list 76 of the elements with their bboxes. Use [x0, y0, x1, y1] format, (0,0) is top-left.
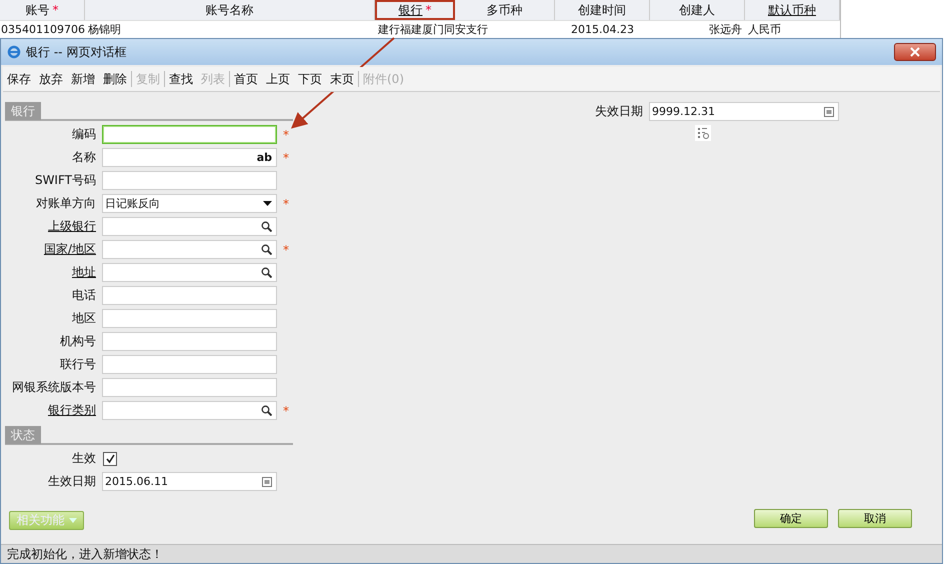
input-field[interactable] [102, 332, 277, 351]
status-bar: 完成初始化，进入新增状态！ [1, 544, 942, 563]
dialog-button[interactable]: 取消 [838, 509, 912, 528]
field-label: 机构号 [59, 333, 96, 350]
required-mark: * [283, 128, 289, 142]
dropdown-field[interactable]: 日记账反向 [102, 194, 277, 213]
search-icon [261, 405, 272, 416]
toolbar-button[interactable]: 下页 [294, 70, 326, 88]
window-title: 银行 -- 网页对话框 [26, 44, 126, 60]
input-field[interactable]: ab [102, 148, 277, 167]
table-cell-text: 张远舟 [708, 22, 742, 38]
input-field[interactable] [102, 309, 277, 328]
field-label: 生效日期 [47, 473, 96, 490]
table-cell: 2015.04.23 [571, 23, 634, 36]
toolbar-button[interactable]: 放弃 [35, 70, 67, 88]
date-field[interactable]: 2015.06.11 [102, 472, 277, 491]
caret-icon [68, 518, 76, 523]
toolbar-button[interactable]: 查找 [165, 70, 197, 88]
table-cell: 建行福建厦门同安支行 [378, 23, 488, 36]
lookup-field[interactable] [102, 240, 277, 259]
field-label: 生效 [71, 450, 96, 467]
date-field[interactable]: 9999.12.31 [649, 102, 839, 121]
caret-icon [263, 200, 272, 206]
toolbar-button[interactable]: 上页 [262, 70, 294, 88]
toolbar-button[interactable]: 末页 [326, 70, 358, 88]
field-link[interactable]: 地址 [1, 264, 96, 281]
input-field[interactable] [102, 355, 277, 374]
table-cell: 035401109706 [1, 23, 85, 36]
lookup-field[interactable] [102, 263, 277, 282]
dialog-button[interactable]: 确定 [754, 509, 828, 528]
lookup-field[interactable] [102, 401, 277, 420]
field-label: SWIFT号码 [34, 172, 96, 189]
column-header[interactable]: 账号 * [0, 0, 85, 20]
section-title: 银行 [5, 102, 41, 120]
toolbar-button[interactable]: 首页 [230, 70, 262, 88]
checkbox[interactable] [103, 452, 117, 466]
toolbar-button[interactable]: 保存 [3, 70, 35, 88]
field-label: 网银系统版本号 [11, 379, 96, 396]
lookup-field[interactable] [102, 217, 277, 236]
field-link[interactable]: 银行类别 [1, 402, 96, 419]
column-header[interactable]: 创建时间 [555, 0, 650, 20]
field-label: 失效日期 [594, 103, 643, 120]
field-label: 对账单方向 [35, 195, 96, 212]
input-field[interactable] [102, 286, 277, 305]
column-header[interactable]: 账号名称 [85, 0, 375, 20]
field-label: 联行号 [59, 356, 96, 373]
column-header[interactable]: 创建人 [650, 0, 745, 20]
field-label: 地区 [71, 310, 96, 327]
close-icon [910, 47, 920, 57]
column-header[interactable]: 银行 * [375, 0, 455, 20]
toolbar-button[interactable]: 新增 [67, 70, 99, 88]
section-title: 状态 [5, 426, 41, 444]
calendar-icon [262, 476, 272, 486]
required-mark: * [283, 242, 289, 256]
table-cell: 人民币 [748, 23, 781, 36]
input-field[interactable] [102, 125, 277, 144]
toolbar-button[interactable]: 删除 [99, 70, 131, 88]
input-field[interactable] [102, 378, 277, 397]
close-button[interactable] [894, 43, 936, 61]
search-icon [261, 244, 272, 255]
search-icon [261, 267, 272, 278]
browser-icon [7, 45, 21, 59]
field-label: 电话 [71, 287, 96, 304]
field-label: 编码 [71, 126, 96, 143]
required-mark: * [283, 196, 289, 210]
list-settings-icon[interactable] [695, 125, 711, 141]
column-header[interactable]: 多币种 [455, 0, 555, 20]
field-link[interactable]: 国家/地区 [1, 241, 96, 258]
required-mark: * [283, 404, 289, 418]
field-label: 名称 [71, 149, 96, 166]
search-icon [261, 221, 272, 232]
table-cell: 杨锦明 [88, 23, 121, 36]
required-mark: * [283, 150, 289, 164]
calendar-icon [824, 106, 834, 116]
input-field[interactable] [102, 171, 277, 190]
field-link[interactable]: 上级银行 [1, 218, 96, 235]
